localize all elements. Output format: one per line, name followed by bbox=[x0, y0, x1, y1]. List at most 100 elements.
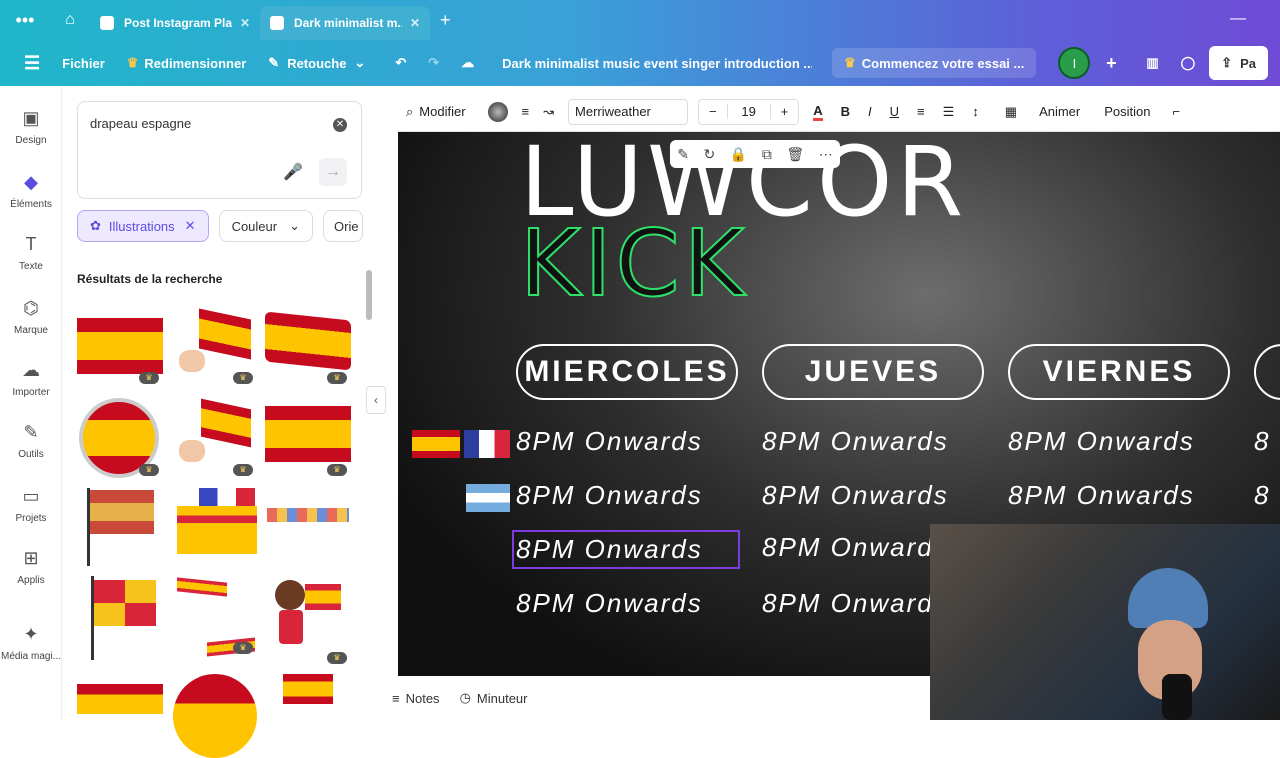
result-girl-flag[interactable]: ♛ bbox=[265, 576, 351, 666]
delete-icon[interactable]: 🗑 bbox=[786, 146, 804, 163]
result-hand-flag-2[interactable]: ♛ bbox=[171, 398, 257, 478]
position-button[interactable]: Position bbox=[1104, 104, 1150, 119]
close-icon[interactable]: ✕ bbox=[240, 16, 250, 30]
add-collaborator-icon[interactable]: + bbox=[1098, 50, 1124, 76]
nav-upload[interactable]: ☁ Importer bbox=[0, 360, 62, 398]
new-tab-icon[interactable]: + bbox=[440, 10, 451, 31]
lock-icon[interactable]: 🔒 bbox=[730, 146, 747, 163]
file-menu[interactable]: Fichier bbox=[62, 56, 105, 71]
bold-icon[interactable]: B bbox=[841, 104, 850, 119]
result-flag-spain-2[interactable]: ♛ bbox=[265, 398, 351, 478]
result-flag-spain-4[interactable] bbox=[265, 674, 351, 714]
time-text-partial[interactable]: 8 bbox=[1254, 426, 1270, 457]
day-pill-partial[interactable] bbox=[1254, 344, 1280, 400]
nav-brand[interactable]: ⌬ Marque bbox=[0, 298, 62, 336]
result-combo-flags[interactable] bbox=[171, 484, 257, 564]
magic-edit-icon[interactable]: ✎ bbox=[677, 146, 689, 163]
time-text[interactable]: 8PM Onwards bbox=[762, 532, 949, 563]
curve-icon[interactable]: ↝ bbox=[543, 104, 554, 120]
day-pill-friday[interactable]: VIERNES bbox=[1008, 344, 1230, 400]
avatar[interactable]: I bbox=[1058, 47, 1091, 79]
headline-line-2[interactable]: KICK bbox=[519, 209, 748, 318]
timer-button[interactable]: ◷ Minuteur bbox=[460, 690, 528, 706]
nav-projects[interactable]: ▭ Projets bbox=[0, 486, 62, 524]
rotate-icon[interactable]: ↻ bbox=[704, 146, 716, 163]
chip-illustrations[interactable]: ✿ Illustrations ✕ bbox=[77, 210, 209, 242]
italic-icon[interactable]: I bbox=[868, 104, 872, 119]
retouch-button[interactable]: ✎ Retouche ⌄ bbox=[268, 55, 365, 71]
scroll-thumb[interactable] bbox=[366, 270, 372, 320]
time-text[interactable]: 8PM Onwards bbox=[762, 480, 949, 511]
time-text[interactable]: 8PM Onwards bbox=[516, 588, 703, 619]
minimize-icon[interactable]: — bbox=[1230, 10, 1246, 28]
result-checker-flag[interactable] bbox=[77, 576, 163, 660]
text-color-icon[interactable]: A bbox=[813, 103, 823, 121]
document-title[interactable]: Dark minimalist music event singer intro… bbox=[502, 56, 812, 71]
result-circle-flag[interactable]: ♛ bbox=[77, 398, 163, 478]
day-pill-wednesday[interactable]: MIERCOLES bbox=[516, 344, 738, 400]
resize-button[interactable]: ♛ Redimensionner bbox=[127, 55, 247, 71]
analytics-icon[interactable]: ▥ bbox=[1146, 55, 1158, 71]
underline-icon[interactable]: U bbox=[890, 104, 899, 119]
time-text-selected[interactable]: 8PM Onwards bbox=[512, 530, 740, 569]
result-bunting[interactable] bbox=[265, 484, 351, 564]
collapse-panel-icon[interactable]: ‹ bbox=[366, 386, 386, 414]
home-icon[interactable]: ⌂ bbox=[50, 11, 90, 29]
argentina-flag-icon[interactable] bbox=[466, 484, 510, 512]
nav-apps[interactable]: ⊞ Applis bbox=[0, 548, 62, 586]
time-text-partial[interactable]: 8 bbox=[1254, 480, 1270, 511]
comments-icon[interactable]: ◯ bbox=[1181, 55, 1196, 71]
search-submit-icon[interactable]: → bbox=[319, 158, 347, 186]
time-text[interactable]: 8PM Onwards bbox=[762, 426, 949, 457]
menu-icon[interactable]: ☰ bbox=[24, 53, 40, 74]
trial-button[interactable]: ♛ Commencez votre essai ... bbox=[832, 48, 1037, 78]
cloud-save-icon[interactable]: ☁ bbox=[461, 55, 474, 71]
spain-flag-icon[interactable] bbox=[412, 430, 460, 458]
chip-color[interactable]: Couleur ⌄ bbox=[218, 210, 313, 242]
close-icon[interactable]: ✕ bbox=[185, 218, 196, 234]
list-icon[interactable]: ☰ bbox=[943, 104, 955, 120]
chip-orientation[interactable]: Orie bbox=[323, 210, 363, 242]
redo-icon[interactable]: ↷ bbox=[428, 55, 439, 71]
undo-icon[interactable]: ↶ bbox=[395, 55, 406, 71]
transparency-icon[interactable]: ▦ bbox=[1005, 104, 1017, 120]
time-text[interactable]: 8PM Onwards bbox=[1008, 480, 1195, 511]
align-center-icon[interactable]: ≡ bbox=[917, 104, 925, 119]
nav-tools[interactable]: ✎ Outils bbox=[0, 422, 62, 460]
nav-design[interactable]: ▣ Design bbox=[0, 108, 62, 146]
time-text[interactable]: 8PM Onwards bbox=[762, 588, 949, 619]
font-select[interactable]: Merriweather bbox=[568, 98, 689, 125]
time-text[interactable]: 8PM Onwards bbox=[1008, 426, 1195, 457]
result-hand-flag-1[interactable]: ♛ bbox=[171, 306, 257, 386]
notes-button[interactable]: ≡ Notes bbox=[392, 691, 440, 706]
search-input[interactable] bbox=[90, 116, 310, 131]
time-text[interactable]: 8PM Onwards bbox=[516, 480, 703, 511]
more-menu-icon[interactable]: ••• bbox=[0, 10, 50, 31]
tab-dark-minimalist[interactable]: Dark minimalist m... ✕ bbox=[260, 6, 430, 40]
modify-button[interactable]: ⌕ Modifier bbox=[406, 104, 466, 120]
result-small-flags[interactable]: ♛ bbox=[171, 576, 257, 657]
duplicate-icon[interactable]: ⧉ bbox=[762, 146, 772, 163]
close-icon[interactable]: ✕ bbox=[410, 16, 420, 30]
increase-size-icon[interactable]: + bbox=[771, 104, 799, 119]
nav-text[interactable]: T Texte bbox=[0, 234, 62, 272]
share-button[interactable]: ⇪ Pa bbox=[1209, 46, 1269, 80]
animate-button[interactable]: Animer bbox=[1039, 104, 1080, 119]
result-flag-spain-1[interactable]: ♛ bbox=[77, 306, 163, 386]
tab-post-instagram[interactable]: Post Instagram Pla... ✕ bbox=[90, 6, 260, 40]
more-icon[interactable]: ⋯ bbox=[819, 146, 833, 163]
france-flag-icon[interactable] bbox=[464, 430, 510, 458]
decrease-size-icon[interactable]: − bbox=[699, 104, 727, 119]
nav-elements[interactable]: ◆ Éléments bbox=[0, 172, 62, 210]
result-waving-flag[interactable]: ♛ bbox=[265, 306, 351, 386]
stroke-icon[interactable]: ≡ bbox=[522, 104, 530, 119]
paint-roller-icon[interactable]: ⌐ bbox=[1173, 104, 1181, 119]
result-flag-spain-3[interactable] bbox=[77, 684, 163, 714]
microphone-icon[interactable]: 🎤 bbox=[283, 162, 303, 182]
clear-search-icon[interactable]: ✕ bbox=[333, 118, 347, 132]
font-size-value[interactable]: 19 bbox=[726, 104, 771, 119]
time-text[interactable]: 8PM Onwards bbox=[516, 426, 703, 457]
panel-scrollbar[interactable] bbox=[366, 260, 372, 700]
spacing-icon[interactable]: ↕ bbox=[972, 104, 979, 119]
result-circle-flag-2[interactable] bbox=[171, 674, 257, 758]
